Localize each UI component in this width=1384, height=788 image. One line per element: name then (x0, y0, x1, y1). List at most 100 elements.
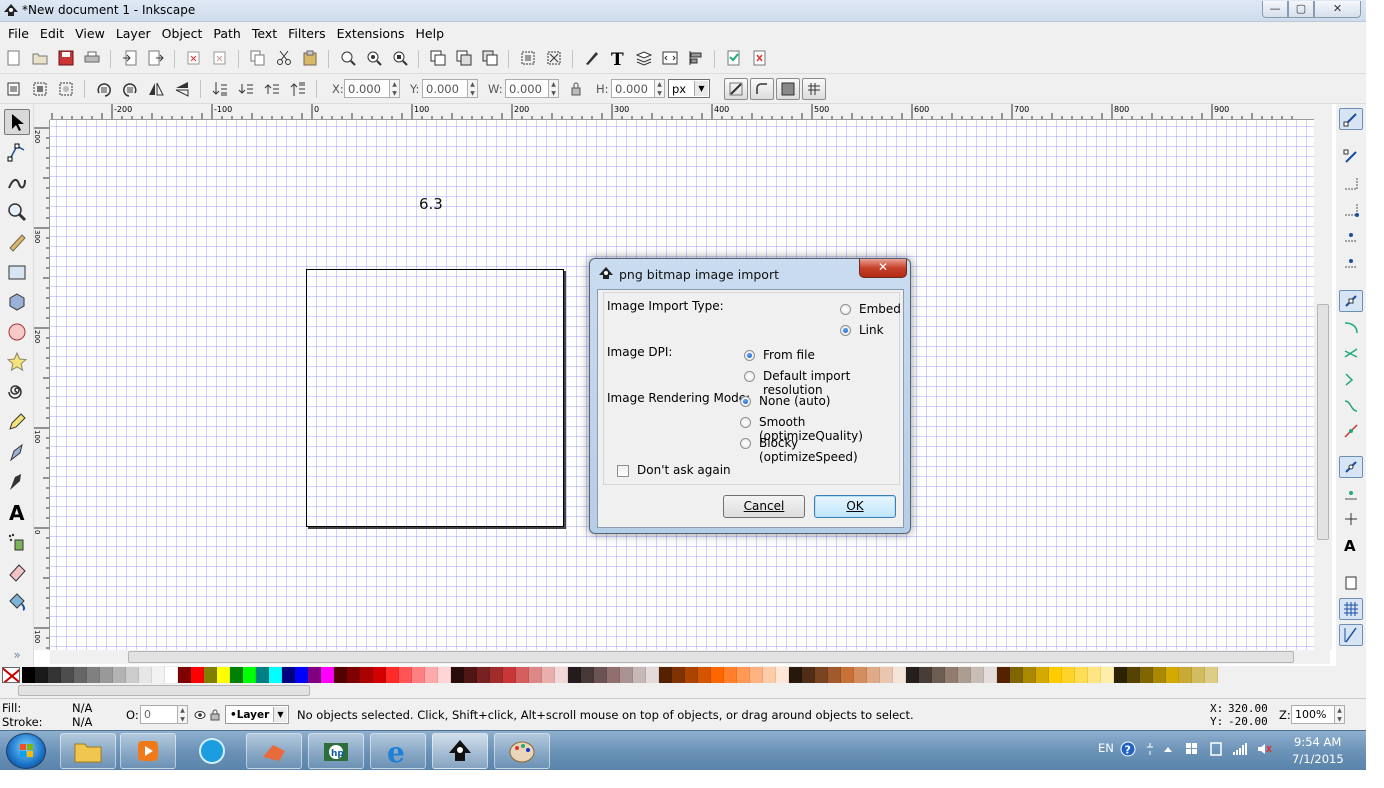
color-swatch[interactable] (61, 667, 74, 683)
copy-icon[interactable] (248, 48, 268, 68)
snap-text-baseline-icon[interactable]: A (1339, 534, 1363, 556)
color-swatch[interactable] (74, 667, 87, 683)
help-icon[interactable]: ? (1118, 739, 1138, 759)
eraser-tool-icon[interactable] (4, 559, 30, 585)
transform-patterns-toggle[interactable] (802, 78, 826, 100)
snap-smooth-nodes-icon[interactable] (1339, 394, 1363, 416)
palette-scrollbar[interactable] (0, 684, 1366, 698)
color-swatch[interactable] (1179, 667, 1192, 683)
y-spinner[interactable]: ▲ ▼ (468, 79, 478, 98)
volume-icon[interactable] (1254, 739, 1274, 759)
tweak-tool-icon[interactable] (4, 169, 30, 195)
menu-object[interactable]: Object (162, 26, 203, 41)
minimize-button[interactable]: — (1262, 1, 1288, 18)
color-swatch[interactable] (750, 667, 763, 683)
node-tool-icon[interactable] (4, 139, 30, 165)
menu-path[interactable]: Path (213, 26, 240, 41)
color-swatch[interactable] (477, 667, 490, 683)
taskbar-explorer-icon[interactable] (60, 733, 116, 769)
lower-icon[interactable] (236, 79, 256, 99)
zoom-tool-icon[interactable] (4, 199, 30, 225)
taskbar-app-icon[interactable] (246, 733, 302, 769)
new-document-icon[interactable] (4, 48, 24, 68)
color-swatch[interactable] (581, 667, 594, 683)
color-swatch[interactable] (997, 667, 1010, 683)
undo-icon[interactable] (184, 48, 204, 68)
none-auto-label[interactable]: None (auto) (759, 394, 831, 408)
snap-line-midpoints-icon[interactable] (1339, 420, 1363, 442)
color-swatch[interactable] (789, 667, 802, 683)
color-swatch[interactable] (1127, 667, 1140, 683)
color-swatch[interactable] (737, 667, 750, 683)
color-swatch[interactable] (412, 667, 425, 683)
group-icon[interactable] (518, 48, 538, 68)
taskbar-internet-explorer-icon[interactable]: e (370, 733, 426, 769)
color-swatch[interactable] (659, 667, 672, 683)
snap-page-border-icon[interactable] (1339, 572, 1363, 594)
spray-tool-icon[interactable] (4, 529, 30, 555)
color-swatch[interactable] (334, 667, 347, 683)
menu-help[interactable]: Help (416, 26, 445, 41)
cancel-button[interactable]: Cancel (723, 495, 805, 518)
embed-radio[interactable] (840, 304, 851, 315)
color-swatch[interactable] (802, 667, 815, 683)
align-distribute-icon[interactable] (686, 48, 706, 68)
lower-to-bottom-icon[interactable] (210, 79, 230, 99)
snap-cusp-nodes-icon[interactable] (1339, 368, 1363, 390)
close-window-button[interactable]: ✕ (1314, 1, 1361, 18)
rectangle-tool-icon[interactable] (4, 259, 30, 285)
color-swatch[interactable] (763, 667, 776, 683)
snap-grids-icon[interactable] (1339, 598, 1363, 620)
snap-rotation-center-icon[interactable] (1339, 508, 1363, 530)
from-file-radio[interactable] (744, 350, 755, 361)
calligraphy-tool-icon[interactable] (4, 469, 30, 495)
snap-object-midpoints-icon[interactable] (1339, 482, 1363, 504)
color-swatch[interactable] (542, 667, 555, 683)
xml-editor-icon[interactable] (660, 48, 680, 68)
document-properties-icon[interactable] (724, 48, 744, 68)
dont-ask-checkbox[interactable] (617, 465, 629, 477)
stroke-value[interactable]: N/A (72, 715, 92, 729)
import-icon[interactable] (120, 48, 140, 68)
paste-icon[interactable] (300, 48, 320, 68)
color-swatch[interactable] (1192, 667, 1205, 683)
color-swatch[interactable] (438, 667, 451, 683)
color-swatch[interactable] (1101, 667, 1114, 683)
h-spinner[interactable]: ▲ ▼ (655, 79, 665, 98)
transform-gradients-toggle[interactable] (776, 78, 800, 100)
color-swatch[interactable] (178, 667, 191, 683)
blocky-radio[interactable] (740, 438, 751, 449)
scale-stroke-toggle[interactable] (724, 78, 748, 100)
color-swatch[interactable] (243, 667, 256, 683)
input-options-icon[interactable] (1140, 739, 1160, 759)
layer-selector[interactable]: •Layer 1 ▼ (225, 705, 289, 724)
color-swatch[interactable] (984, 667, 997, 683)
color-swatch[interactable] (282, 667, 295, 683)
clock-date[interactable]: 7/1/2015 (1292, 752, 1344, 766)
vertical-scrollbar[interactable] (1314, 104, 1332, 650)
color-swatch[interactable] (906, 667, 919, 683)
raise-icon[interactable] (262, 79, 282, 99)
color-swatch[interactable] (191, 667, 204, 683)
device-icon[interactable] (1206, 739, 1226, 759)
select-all-layers-icon[interactable] (30, 79, 50, 99)
toolbox-expand-icon[interactable]: » (4, 642, 30, 668)
text-tool-icon[interactable]: A (4, 499, 30, 525)
taskbar-media-player-icon[interactable] (120, 733, 176, 769)
color-swatch[interactable] (971, 667, 984, 683)
x-spinner[interactable]: ▲ ▼ (390, 79, 400, 98)
zoom-page-icon[interactable] (390, 48, 410, 68)
color-swatch[interactable] (958, 667, 971, 683)
save-icon[interactable] (56, 48, 76, 68)
horizontal-ruler[interactable]: -200 -100 0 100 200 300 400 500 600 700 800 900 (50, 104, 1314, 120)
opacity-spinner[interactable]: ▲ ▼ (178, 705, 188, 724)
color-swatch[interactable] (516, 667, 529, 683)
menu-view[interactable]: View (75, 26, 105, 41)
color-swatch[interactable] (1062, 667, 1075, 683)
color-swatch[interactable] (139, 667, 152, 683)
color-swatch[interactable] (919, 667, 932, 683)
color-swatch[interactable] (1114, 667, 1127, 683)
w-input[interactable]: 0.000 (505, 79, 549, 98)
scrollbar-thumb[interactable] (18, 685, 310, 696)
menu-filters[interactable]: Filters (288, 26, 325, 41)
